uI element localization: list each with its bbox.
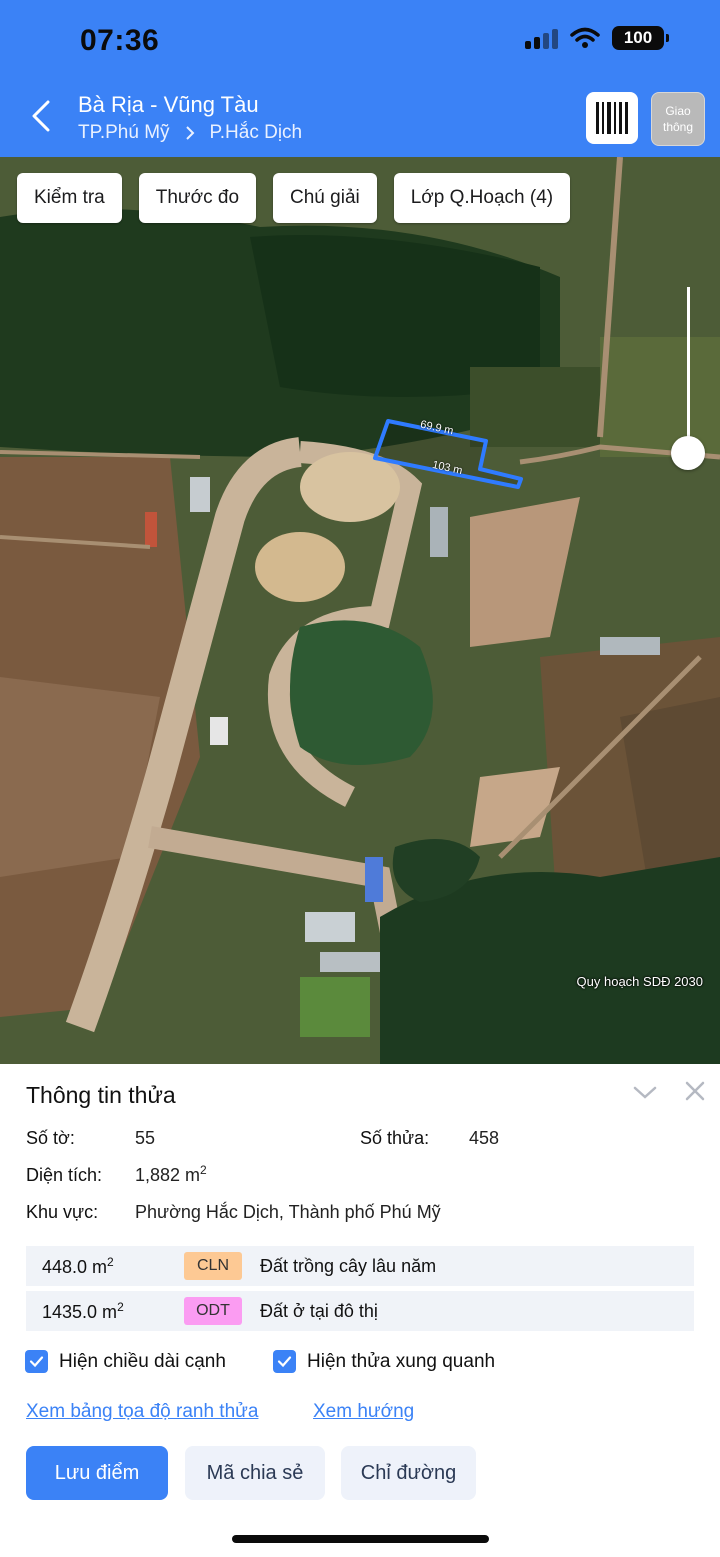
check-tool-button[interactable]: Kiểm tra [17, 173, 122, 223]
land-use-description: Đất trồng cây lâu năm [260, 1255, 437, 1276]
opacity-slider-track[interactable] [687, 287, 690, 452]
parcel-info-panel: Thông tin thửa Số tờ: 55 Số thửa: 458 Di… [0, 1064, 720, 1557]
legend-button[interactable]: Chú giải [273, 173, 377, 223]
land-use-area: 1435.0 m2 [42, 1299, 124, 1322]
breadcrumb-city[interactable]: TP.Phú Mỹ [78, 122, 170, 144]
share-code-button[interactable]: Mã chia sẻ [185, 1446, 325, 1500]
barcode-button[interactable] [586, 92, 638, 144]
view-coordinates-link[interactable]: Xem bảng tọa độ ranh thửa [26, 1401, 258, 1423]
checkbox-label: Hiện thửa xung quanh [307, 1350, 496, 1372]
sheet-number-label: Số tờ: [26, 1128, 75, 1148]
view-direction-link[interactable]: Xem hướng [313, 1401, 414, 1423]
checkbox-checked-icon[interactable] [25, 1350, 48, 1373]
checkbox-checked-icon[interactable] [273, 1350, 296, 1373]
map-toolbar: Kiểm tra Thước đo Chú giải Lớp Q.Hoạch (… [17, 173, 571, 223]
area-value: 1,882 m2 [135, 1163, 207, 1185]
land-use-code-badge: CLN [184, 1252, 242, 1280]
map-imagery [0, 157, 720, 1064]
status-time: 07:36 [80, 24, 160, 57]
panel-title: Thông tin thửa [26, 1082, 176, 1108]
sheet-number-value: 55 [135, 1128, 156, 1148]
app-header: 07:36 100 Bà Rịa - Vũng Tàu TP.Phú Mỹ P.… [0, 0, 720, 157]
land-use-row: 448.0 m2 CLN Đất trồng cây lâu năm [26, 1246, 694, 1286]
chevron-down-icon[interactable] [632, 1080, 658, 1106]
battery-icon: 100 [612, 26, 669, 50]
land-use-row: 1435.0 m2 ODT Đất ở tại đô thị [26, 1291, 694, 1331]
breadcrumb-ward[interactable]: P.Hắc Dịch [210, 122, 303, 144]
land-use-description: Đất ở tại đô thị [260, 1300, 378, 1321]
land-use-code-badge: ODT [184, 1297, 242, 1325]
parcel-number-value: 458 [469, 1128, 500, 1148]
area-label: Diện tích: [26, 1165, 103, 1185]
wifi-icon [570, 27, 600, 48]
opacity-slider-handle[interactable] [671, 436, 705, 470]
chevron-right-icon [185, 126, 194, 140]
region-value: Phường Hắc Dịch, Thành phố Phú Mỹ [135, 1202, 441, 1222]
province-title: Bà Rịa - Vũng Tàu [78, 92, 259, 117]
close-icon[interactable] [684, 1080, 706, 1102]
ruler-tool-button[interactable]: Thước đo [138, 173, 257, 223]
home-indicator [232, 1535, 489, 1543]
barcode-icon [596, 102, 628, 134]
directions-button[interactable]: Chỉ đường [341, 1446, 476, 1500]
save-point-button[interactable]: Lưu điểm [26, 1446, 168, 1500]
signal-icon [525, 27, 558, 49]
parcel-number-label: Số thửa: [360, 1128, 430, 1148]
status-icons: 100 [525, 26, 669, 50]
satellite-map[interactable]: 69.9 m 103 m Kiểm tra Thước đo Chú giải … [0, 157, 720, 1064]
breadcrumb: TP.Phú Mỹ P.Hắc Dịch [78, 122, 302, 144]
land-use-area: 448.0 m2 [42, 1254, 114, 1277]
map-layer-caption: Quy hoạch SDĐ 2030 [576, 974, 703, 989]
traffic-layer-button[interactable]: Giao thông [651, 92, 705, 146]
show-neighbor-parcels-checkbox[interactable]: Hiện thửa xung quanh [273, 1350, 495, 1373]
planning-layer-button[interactable]: Lớp Q.Hoạch (4) [393, 173, 571, 223]
show-edge-length-checkbox[interactable]: Hiện chiều dài cạnh [25, 1350, 226, 1373]
region-label: Khu vực: [26, 1202, 99, 1222]
checkbox-label: Hiện chiều dài cạnh [59, 1350, 226, 1372]
back-icon[interactable] [22, 96, 62, 136]
